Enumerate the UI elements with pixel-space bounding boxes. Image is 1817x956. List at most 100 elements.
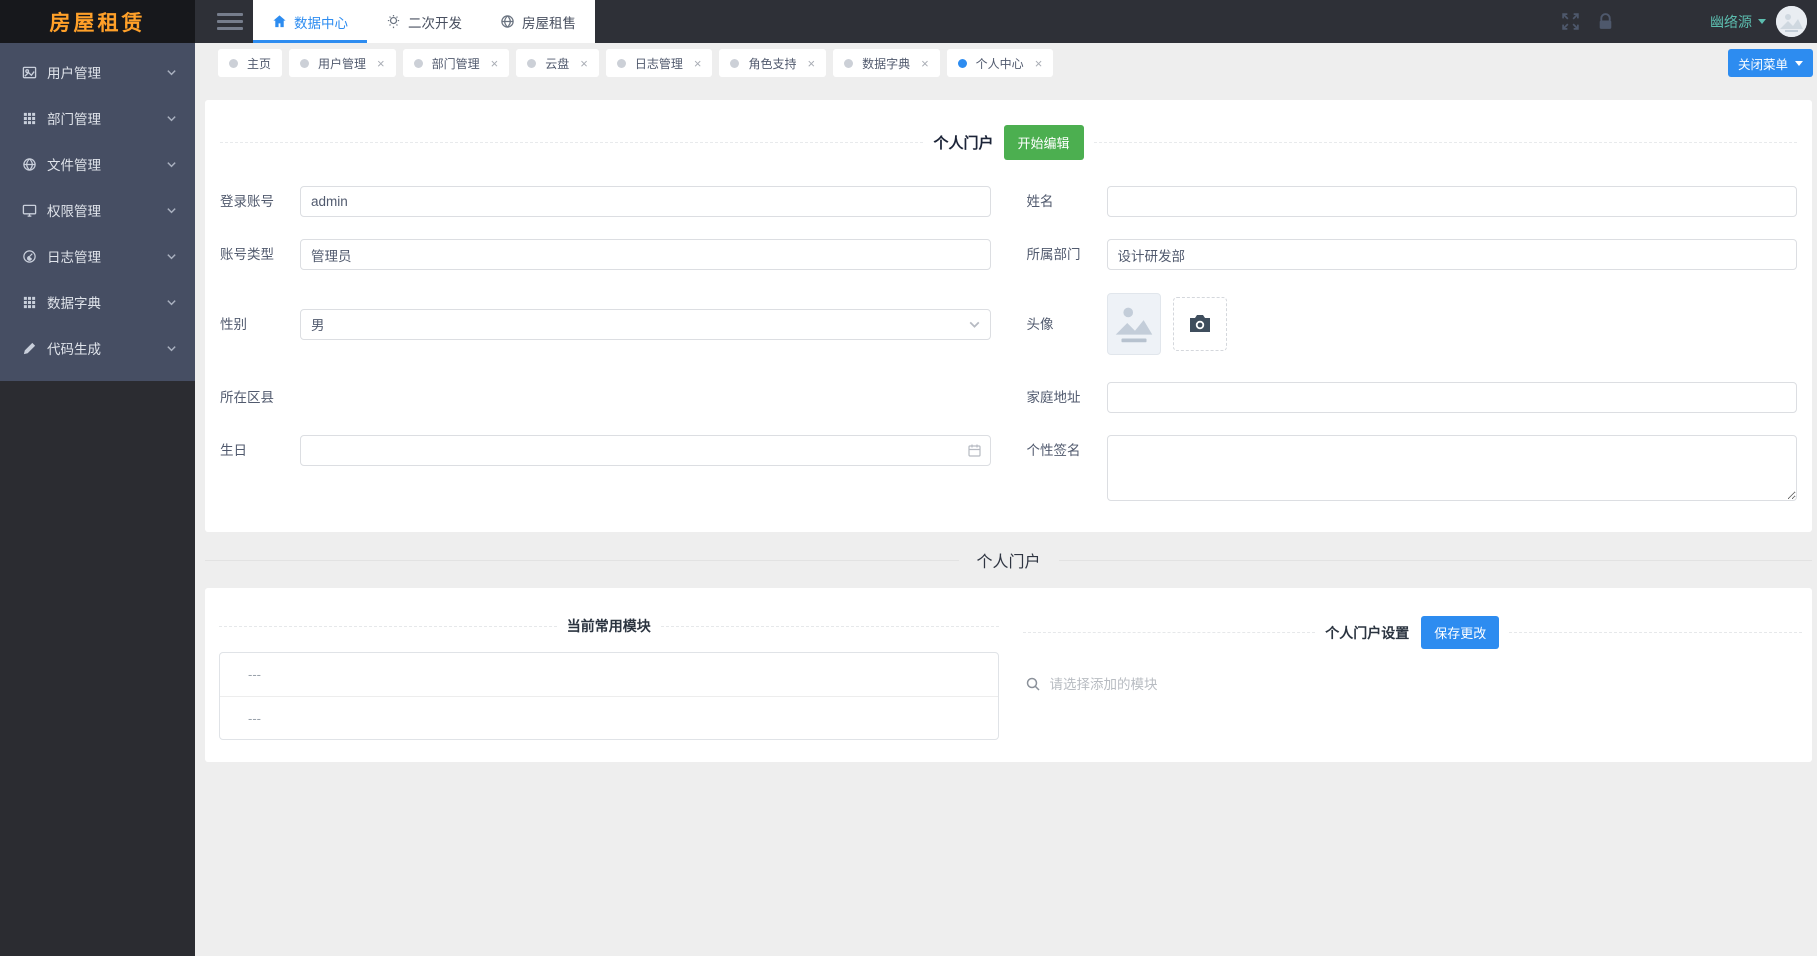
form-row: 所在区县 家庭地址 <box>220 382 1797 413</box>
upload-avatar-button[interactable] <box>1173 297 1227 351</box>
module-label: --- <box>248 711 261 726</box>
field-label: 姓名 <box>1027 186 1107 217</box>
field-name: 姓名 <box>1027 186 1798 217</box>
close-menu-button[interactable]: 关闭菜单 <box>1728 49 1813 77</box>
sidebar-item-label: 权限管理 <box>47 200 166 220</box>
hamburger-menu-icon[interactable] <box>217 0 243 43</box>
sidebar-item-label: 日志管理 <box>47 246 166 266</box>
field-label: 所在区县 <box>220 382 300 413</box>
close-icon[interactable]: × <box>491 57 499 70</box>
close-menu-label: 关闭菜单 <box>1738 54 1788 73</box>
tab-personal-center[interactable]: 个人中心 × <box>947 49 1054 77</box>
sidebar-item-file-management[interactable]: 文件管理 <box>0 141 195 187</box>
home-address-input[interactable] <box>1107 382 1798 413</box>
birthday-input[interactable] <box>300 435 991 466</box>
tab-user-management[interactable]: 用户管理 × <box>289 49 396 77</box>
start-edit-button[interactable]: 开始编辑 <box>1004 125 1084 160</box>
account-type-input[interactable] <box>300 239 991 270</box>
field-account-type: 账号类型 <box>220 239 991 270</box>
sidebar-item-data-dictionary[interactable]: 数据字典 <box>0 279 195 325</box>
close-icon[interactable]: × <box>1035 57 1043 70</box>
close-icon[interactable]: × <box>807 57 815 70</box>
lock-icon[interactable] <box>1596 12 1615 31</box>
portal-section-header: 个人门户 开始编辑 <box>220 125 1797 160</box>
nav-item-data-center[interactable]: 数据中心 <box>253 0 367 43</box>
nav-item-label: 数据中心 <box>294 12 348 32</box>
avatar[interactable] <box>1776 6 1807 37</box>
field-signature: 个性签名 <box>1027 435 1798 506</box>
signature-textarea[interactable] <box>1107 435 1798 501</box>
chevron-down-icon <box>967 317 982 332</box>
field-home-address: 家庭地址 <box>1027 382 1798 413</box>
form-row: 登录账号 姓名 <box>220 186 1797 217</box>
nav-item-label: 二次开发 <box>408 12 462 32</box>
top-navbar: 数据中心 二次开发 房屋租售 幽络源 <box>195 0 1817 43</box>
tab-home[interactable]: 主页 <box>218 49 282 77</box>
divider-line <box>1509 632 1802 633</box>
main-content: 个人门户 开始编辑 登录账号 姓名 账号类型 <box>195 83 1817 956</box>
tab-department-management[interactable]: 部门管理 × <box>403 49 510 77</box>
login-account-input[interactable] <box>300 186 991 217</box>
save-changes-button[interactable]: 保存更改 <box>1421 616 1499 649</box>
tab-label: 日志管理 <box>635 55 683 72</box>
sidebar-item-log-management[interactable]: 日志管理 <box>0 233 195 279</box>
calendar-icon[interactable] <box>967 443 982 458</box>
sidebar-item-permission-management[interactable]: 权限管理 <box>0 187 195 233</box>
tab-dot-icon <box>844 59 853 68</box>
list-item[interactable]: --- <box>220 696 998 739</box>
sidebar-item-label: 文件管理 <box>47 154 166 174</box>
nav-item-house-rental[interactable]: 房屋租售 <box>481 0 595 43</box>
close-icon[interactable]: × <box>921 57 929 70</box>
divider-line <box>219 626 557 627</box>
form-row: 账号类型 所属部门 <box>220 239 1797 270</box>
dictionary-icon <box>22 295 37 310</box>
tab-label: 个人中心 <box>976 55 1024 72</box>
portal-settings-pane: 个人门户设置 保存更改 <box>1009 588 1813 740</box>
close-icon[interactable]: × <box>694 57 702 70</box>
tab-label: 角色支持 <box>748 55 796 72</box>
module-search-input[interactable] <box>1050 677 1803 692</box>
search-icon <box>1025 676 1041 692</box>
user-menu[interactable]: 幽络源 <box>1710 6 1807 37</box>
field-avatar: 头像 <box>1027 293 1798 355</box>
tab-dot-icon <box>958 59 967 68</box>
globe-icon <box>500 14 515 29</box>
tab-dot-icon <box>414 59 423 68</box>
gender-select[interactable]: 男 <box>300 309 991 340</box>
department-input[interactable] <box>1107 239 1798 270</box>
field-district: 所在区县 <box>220 382 991 413</box>
log-icon <box>22 249 37 264</box>
chevron-down-icon <box>166 251 177 262</box>
tab-log-management[interactable]: 日志管理 × <box>606 49 713 77</box>
nav-item-secondary-dev[interactable]: 二次开发 <box>367 0 481 43</box>
tab-dot-icon <box>300 59 309 68</box>
tab-data-dictionary[interactable]: 数据字典 × <box>833 49 940 77</box>
name-input[interactable] <box>1107 186 1798 217</box>
avatar-image-placeholder[interactable] <box>1107 293 1161 355</box>
tab-role-support[interactable]: 角色支持 × <box>719 49 826 77</box>
sidebar-item-code-generation[interactable]: 代码生成 <box>0 325 195 371</box>
tab-cloud-disk[interactable]: 云盘 × <box>516 49 599 77</box>
tab-label: 主页 <box>247 55 271 72</box>
divider-line <box>1023 632 1316 633</box>
settings-title: 个人门户设置 <box>1325 623 1409 643</box>
tab-label: 云盘 <box>545 55 569 72</box>
field-label: 家庭地址 <box>1027 382 1107 413</box>
nav-item-label: 房屋租售 <box>522 12 576 32</box>
chevron-down-icon <box>166 159 177 170</box>
form-row: 性别 男 头像 <box>220 292 1797 356</box>
globe-icon <box>22 157 37 172</box>
modules-title: 当前常用模块 <box>567 616 651 636</box>
divider-line <box>1059 560 1813 561</box>
chevron-down-icon <box>166 67 177 78</box>
bulb-icon <box>386 14 401 29</box>
close-icon[interactable]: × <box>377 57 385 70</box>
field-birthday: 生日 <box>220 435 991 466</box>
sidebar-item-department-management[interactable]: 部门管理 <box>0 95 195 141</box>
close-icon[interactable]: × <box>580 57 588 70</box>
sidebar-item-user-management[interactable]: 用户管理 <box>0 49 195 95</box>
fullscreen-icon[interactable] <box>1561 12 1580 31</box>
list-item[interactable]: --- <box>220 653 998 696</box>
modules-header: 当前常用模块 <box>219 616 999 636</box>
field-label: 性别 <box>220 309 300 340</box>
